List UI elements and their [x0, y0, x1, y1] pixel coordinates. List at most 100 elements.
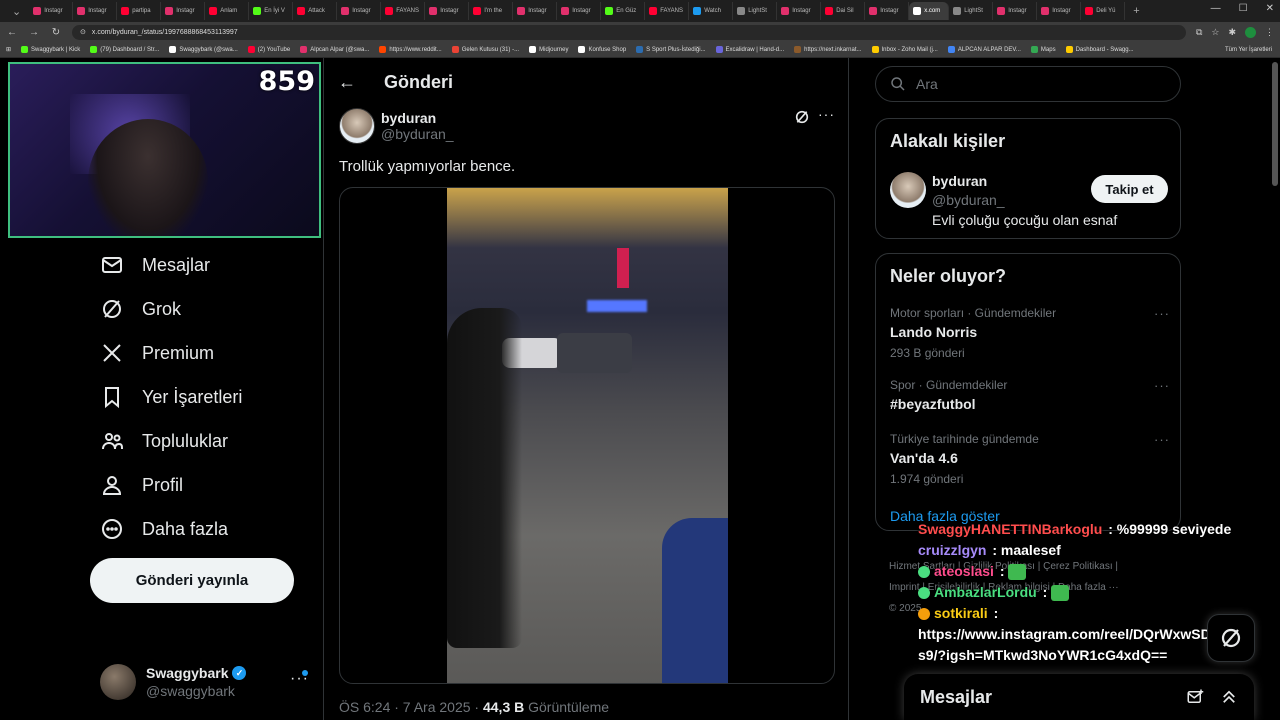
- new-tab-icon[interactable]: +: [1125, 5, 1147, 17]
- browser-tab[interactable]: Instagr: [513, 2, 558, 20]
- tab-favicon-icon: [825, 7, 834, 15]
- bookmark-item[interactable]: Swaggybark | Kick: [21, 46, 80, 53]
- trend-item[interactable]: Motor sporları · Gündemdekiler Lando Nor…: [890, 306, 1170, 360]
- expand-up-icon[interactable]: [1220, 688, 1238, 706]
- browser-tab[interactable]: Instagr: [557, 2, 602, 20]
- url-input[interactable]: ⊙ x.com/byduran_/status/1997688868453113…: [72, 24, 1186, 40]
- more-dots-icon[interactable]: ···: [818, 106, 835, 122]
- all-bookmarks-link[interactable]: Tüm Yer İşaretleri: [1225, 47, 1272, 53]
- bookmark-item[interactable]: S Sport Plus-İstediği...: [636, 46, 706, 53]
- grok-icon[interactable]: [794, 109, 810, 125]
- bookmark-item[interactable]: https://www.reddit...: [379, 46, 442, 53]
- site-info-icon[interactable]: ⊙: [80, 28, 86, 36]
- tab-label: I'm the: [484, 8, 503, 14]
- minimize-icon[interactable]: —: [1211, 3, 1221, 14]
- browser-tab[interactable]: Instagr: [777, 2, 822, 20]
- bookmark-item[interactable]: Maps: [1030, 46, 1056, 53]
- browser-tab[interactable]: partipa: [117, 2, 162, 20]
- reload-icon[interactable]: ↻: [50, 27, 62, 38]
- new-message-icon[interactable]: [1186, 688, 1204, 706]
- post-time[interactable]: ÖS 6:24 · 7 Ara 2025 ·: [339, 699, 483, 715]
- grok-float-button[interactable]: [1207, 614, 1255, 662]
- browser-tab[interactable]: x.com: [909, 2, 950, 20]
- bookmark-item[interactable]: Swaggybark (@swa...: [169, 46, 238, 53]
- bookmark-item[interactable]: Alpcan Alpar (@swa...: [300, 46, 369, 53]
- avatar[interactable]: [339, 108, 375, 144]
- more-dots-icon[interactable]: ···: [1154, 378, 1170, 393]
- browser-tab[interactable]: I'm the: [469, 2, 514, 20]
- video-frame[interactable]: [447, 188, 728, 683]
- browser-tab[interactable]: En İyi V: [249, 2, 294, 20]
- more-dots-icon[interactable]: ···: [1154, 306, 1170, 321]
- post-button[interactable]: Gönderi yayınla: [90, 558, 294, 603]
- bookmark-item[interactable]: https://next.inkarnat...: [794, 46, 862, 53]
- browser-tab[interactable]: Dai Sil: [821, 2, 866, 20]
- tab-label: Instagr: [352, 8, 371, 14]
- browser-tab[interactable]: Attack: [293, 2, 338, 20]
- bookmark-item[interactable]: ALPCAN ALPAR DEV...: [947, 46, 1021, 53]
- close-window-icon[interactable]: ✕: [1266, 3, 1274, 14]
- back-nav-icon[interactable]: ←: [6, 27, 18, 38]
- extensions-icon[interactable]: ✱: [1228, 27, 1236, 38]
- bookmark-star-icon[interactable]: ☆: [1211, 27, 1219, 38]
- nav-item-bookmarks[interactable]: Yer İşaretleri: [100, 375, 320, 419]
- bookmark-item[interactable]: Konfuse Shop: [578, 46, 626, 53]
- back-arrow-icon[interactable]: ←: [338, 72, 356, 93]
- messages-drawer[interactable]: Mesajlar: [904, 674, 1254, 720]
- page-scrollbar[interactable]: [1272, 62, 1278, 186]
- nav-item-communities[interactable]: Topluluklar: [100, 419, 320, 463]
- browser-tab[interactable]: Instagr: [1037, 2, 1082, 20]
- browser-tab[interactable]: LightSt: [733, 2, 778, 20]
- tab-search-icon[interactable]: ⌄: [4, 5, 29, 18]
- nav-item-messages[interactable]: Mesajlar: [100, 243, 320, 287]
- maximize-icon[interactable]: ☐: [1239, 3, 1248, 14]
- apps-icon[interactable]: ⊞: [6, 46, 11, 53]
- browser-tab[interactable]: Instagr: [425, 2, 470, 20]
- nav-item-more[interactable]: Daha fazla: [100, 507, 320, 551]
- footer-link[interactable]: Imprint: [889, 582, 920, 593]
- trend-item[interactable]: Türkiye tarihinde gündemde Van'da 4.6 1.…: [890, 432, 1170, 486]
- search-input[interactable]: Ara: [875, 66, 1181, 102]
- browser-tab[interactable]: Instagr: [993, 2, 1038, 20]
- forward-nav-icon[interactable]: →: [28, 27, 40, 38]
- more-dots-icon[interactable]: ···: [1154, 432, 1170, 447]
- viewer-counter: 859: [258, 66, 315, 97]
- browser-tab[interactable]: Watch: [689, 2, 734, 20]
- post-author[interactable]: byduran @byduran_: [339, 108, 454, 144]
- nav-item-grok[interactable]: Grok: [100, 287, 320, 331]
- browser-tab[interactable]: Deli Yü: [1081, 2, 1126, 20]
- bookmark-item[interactable]: (79) Dashboard / Str...: [90, 46, 159, 53]
- browser-tab[interactable]: FAYANS: [645, 2, 690, 20]
- related-name[interactable]: byduran: [932, 173, 987, 189]
- browser-tab[interactable]: FAYANS: [381, 2, 426, 20]
- browser-tab[interactable]: Instagr: [161, 2, 206, 20]
- bookmark-item[interactable]: Midjourney: [529, 46, 568, 53]
- bookmark-item[interactable]: (2) YouTube: [247, 46, 290, 53]
- trend-item[interactable]: Spor · Gündemdekiler #beyazfutbol ···: [890, 378, 1170, 412]
- browser-tab[interactable]: Instagr: [865, 2, 910, 20]
- related-handle[interactable]: @byduran_: [932, 192, 1005, 208]
- browser-tab[interactable]: LightSt: [949, 2, 994, 20]
- account-switcher[interactable]: Swaggybark ✓ @swaggybark ···: [100, 662, 310, 702]
- bookmark-item[interactable]: Inbox - Zoho Mail (j...: [871, 46, 938, 53]
- bookmark-item[interactable]: Gelen Kutusu (31) -...: [451, 46, 519, 53]
- follow-button[interactable]: Takip et: [1091, 175, 1168, 203]
- bookmark-item[interactable]: Excalidraw | Hand-d...: [715, 46, 784, 53]
- browser-tab[interactable]: Instagr: [337, 2, 382, 20]
- avatar[interactable]: [890, 172, 926, 208]
- nav-item-profile[interactable]: Profil: [100, 463, 320, 507]
- menu-icon[interactable]: ⋮: [1265, 27, 1274, 38]
- nav-item-premium[interactable]: Premium: [100, 331, 320, 375]
- tab-label: Instagr: [44, 8, 63, 14]
- browser-tab[interactable]: En Güz: [601, 2, 646, 20]
- author-name[interactable]: byduran: [381, 110, 454, 126]
- bookmark-item[interactable]: Dashboard - Swagg...: [1065, 46, 1134, 53]
- browser-tab[interactable]: Instagr: [29, 2, 74, 20]
- cast-icon[interactable]: ⧉: [1196, 27, 1202, 38]
- browser-tab[interactable]: Instagr: [73, 2, 118, 20]
- post-video[interactable]: [339, 187, 835, 684]
- author-handle[interactable]: @byduran_: [381, 126, 454, 142]
- profile-avatar[interactable]: [1245, 26, 1256, 38]
- bookmark-icon: [105, 387, 119, 409]
- browser-tab[interactable]: Anlam: [205, 2, 250, 20]
